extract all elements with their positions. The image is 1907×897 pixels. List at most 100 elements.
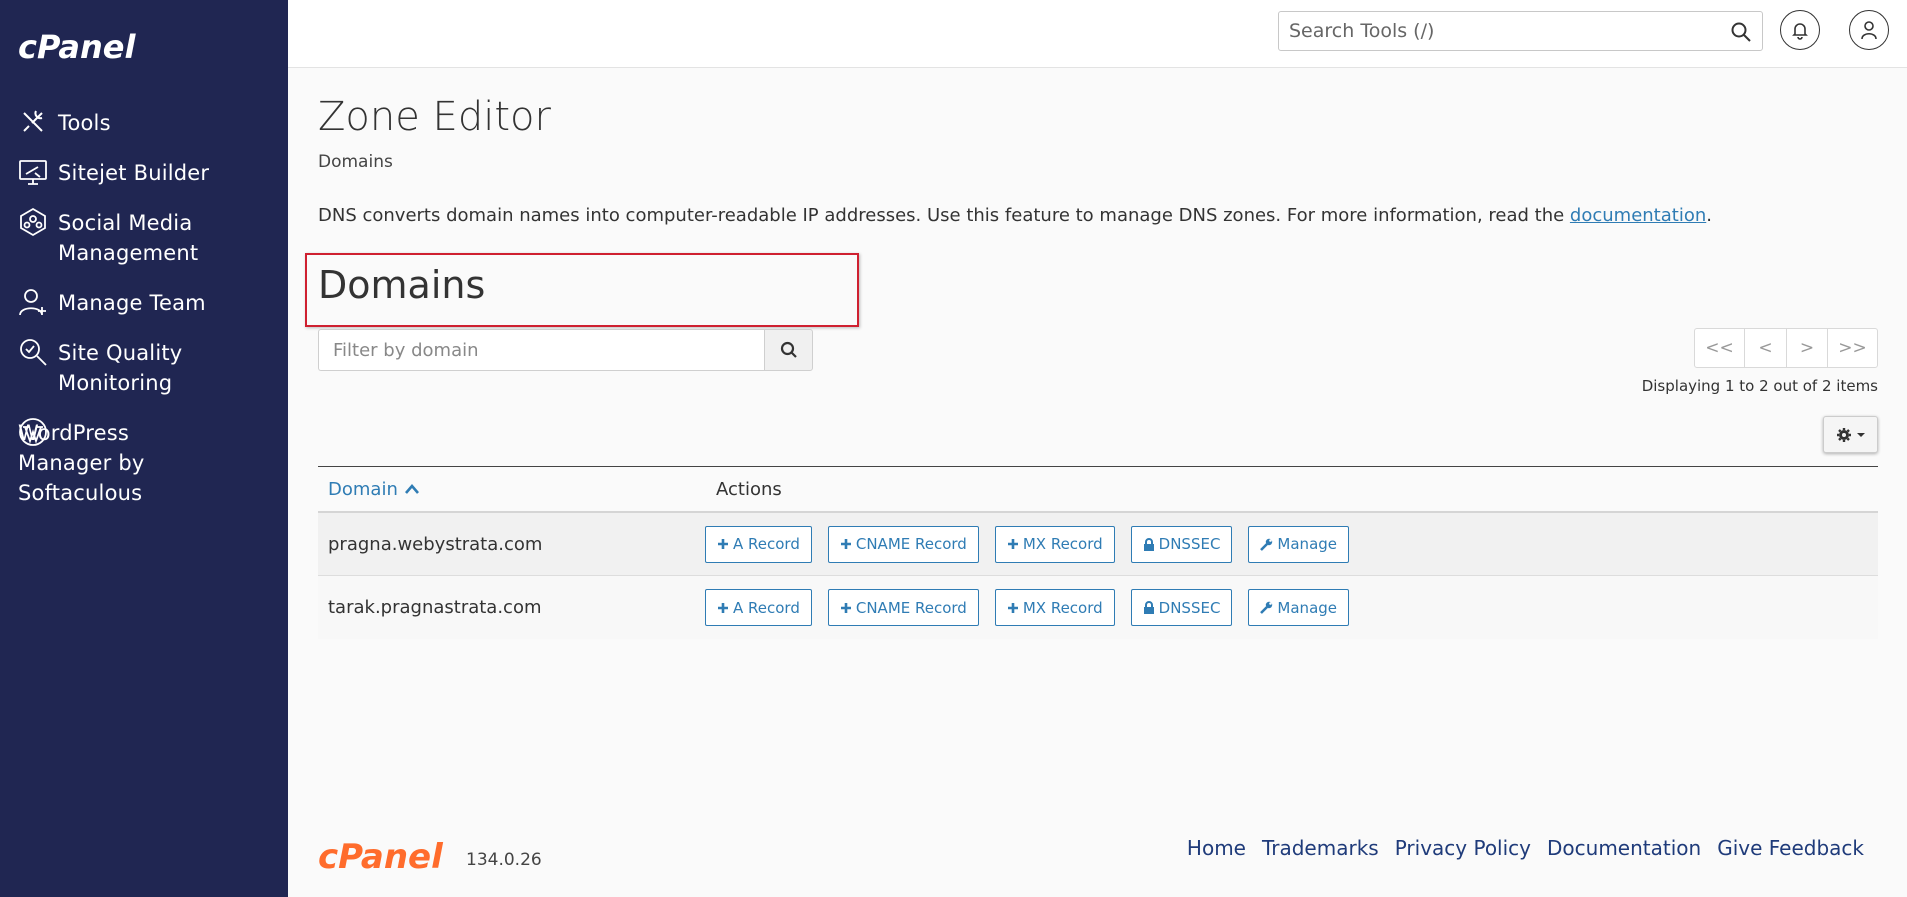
filter-input[interactable] <box>318 329 765 371</box>
domain-cell: tarak.pragnastrata.com <box>328 597 542 618</box>
sidebar-item-label: Site Quality Monitoring <box>58 341 183 395</box>
sidebar-item-social-media[interactable]: Social Media Management <box>0 207 288 268</box>
actions-column-header: Actions <box>716 478 782 500</box>
plus-icon <box>717 602 729 614</box>
sidebar-item-manage-team[interactable]: Manage Team <box>0 288 288 318</box>
plus-icon <box>1007 538 1019 550</box>
search-icon[interactable] <box>1730 21 1752 43</box>
user-icon <box>1861 21 1877 40</box>
search-icon <box>780 341 797 358</box>
description-text: DNS converts domain names into computer-… <box>318 205 1570 226</box>
sort-ascending-icon <box>404 484 419 494</box>
sidebar: cPanel Tools Sitejet Builder Social Medi… <box>0 0 288 897</box>
action-label: MX Record <box>1022 598 1103 617</box>
tools-icon <box>23 110 43 132</box>
add-a-record-button[interactable]: A Record <box>705 589 812 626</box>
domains-table: Domain Actions pragna.webystrata.com A Re… <box>318 466 1878 639</box>
manage-team-icon <box>19 289 46 316</box>
svg-text:cPanel: cPanel <box>18 28 136 66</box>
action-label: MX Record <box>1022 535 1103 553</box>
add-mx-record-button[interactable]: MX Record <box>994 589 1115 626</box>
cpanel-footer-logo[interactable]: cPanel <box>318 838 466 874</box>
last-page-button[interactable]: >> <box>1827 328 1878 368</box>
add-cname-record-button[interactable]: CNAME Record <box>827 589 979 626</box>
footer-link-home[interactable]: Home <box>1187 836 1246 860</box>
dnssec-button[interactable]: DNSSEC <box>1130 589 1233 626</box>
action-label: Manage <box>1277 598 1338 617</box>
footer-link-documentation[interactable]: Documentation <box>1547 836 1701 860</box>
plus-icon <box>840 602 852 614</box>
table-row: tarak.pragnastrata.com A Record CNAME Reco… <box>318 576 1878 639</box>
add-a-record-button[interactable]: A Record <box>705 525 812 563</box>
footer-link-trademarks[interactable]: Trademarks <box>1262 836 1379 860</box>
table-body: pragna.webystrata.com A Record CNAME Recor… <box>318 513 1878 639</box>
caret-down-icon <box>1856 432 1865 437</box>
page-description: DNS converts domain names into computer-… <box>318 205 1712 226</box>
action-label: A Record <box>733 535 800 553</box>
version-label: 134.0.26 <box>466 850 542 870</box>
first-page-button[interactable]: << <box>1694 328 1745 368</box>
sidebar-item-tools[interactable]: Tools <box>0 108 288 138</box>
site-quality-icon <box>20 339 47 366</box>
notifications-button[interactable] <box>1780 10 1820 50</box>
sidebar-item-wordpress[interactable]: WordPress Manager by Softaculous <box>0 418 288 508</box>
actions-cell: A Record CNAME Record MX Record DNSSEC Manag… <box>705 589 1365 626</box>
plus-icon <box>840 538 852 550</box>
sidebar-nav: Tools Sitejet Builder Social Media Manag… <box>0 108 288 528</box>
sidebar-item-site-quality[interactable]: Site Quality Monitoring <box>0 338 288 398</box>
action-label: DNSSEC <box>1158 598 1221 617</box>
add-mx-record-button[interactable]: MX Record <box>994 525 1115 563</box>
action-label: A Record <box>733 598 800 617</box>
wordpress-icon <box>19 418 47 446</box>
manage-button[interactable]: Manage <box>1248 525 1350 563</box>
display-info: Displaying 1 to 2 out of 2 items <box>1641 377 1878 395</box>
domain-header-label: Domain <box>328 478 398 500</box>
description-suffix: . <box>1706 205 1712 226</box>
documentation-link[interactable]: documentation <box>1570 205 1706 226</box>
search-input[interactable] <box>1279 12 1699 50</box>
action-label: Manage <box>1277 535 1338 553</box>
footer-link-give-feedback[interactable]: Give Feedback <box>1717 836 1864 860</box>
top-header <box>288 0 1907 68</box>
pagination: << < > >> <box>1694 328 1878 368</box>
sitejet-icon <box>19 160 47 185</box>
plus-icon <box>717 538 729 550</box>
sidebar-item-label: Social Media Management <box>58 211 199 265</box>
plus-icon <box>1007 602 1019 614</box>
action-label: CNAME Record <box>855 598 967 617</box>
filter-search-button[interactable] <box>764 329 813 371</box>
social-media-icon <box>20 207 46 237</box>
manage-button[interactable]: Manage <box>1248 589 1350 626</box>
action-label: CNAME Record <box>855 535 967 553</box>
footer-link-privacy-policy[interactable]: Privacy Policy <box>1395 836 1531 860</box>
breadcrumb: Domains <box>318 152 393 172</box>
table-header: Domain Actions <box>318 467 1878 513</box>
wrench-icon <box>1260 538 1273 551</box>
bell-icon <box>1792 23 1808 40</box>
action-label: DNSSEC <box>1158 535 1221 553</box>
domain-cell: pragna.webystrata.com <box>328 533 543 555</box>
settings-dropdown-button[interactable] <box>1823 416 1878 453</box>
wrench-icon <box>1260 601 1273 614</box>
svg-text:cPanel: cPanel <box>318 838 444 874</box>
gear-icon <box>1836 427 1851 442</box>
domain-column-header[interactable]: Domain <box>318 479 706 500</box>
prev-page-button[interactable]: < <box>1744 328 1787 368</box>
sidebar-item-label: Manage Team <box>58 291 206 315</box>
sidebar-item-sitejet-builder[interactable]: Sitejet Builder <box>0 158 288 188</box>
page-title: Zone Editor <box>318 94 551 140</box>
sidebar-item-label: Sitejet Builder <box>58 161 210 185</box>
footer-links: Home Trademarks Privacy Policy Documenta… <box>1187 836 1864 860</box>
next-page-button[interactable]: > <box>1786 328 1828 368</box>
lock-icon <box>1143 601 1155 614</box>
cpanel-logo[interactable]: cPanel <box>18 28 168 68</box>
add-cname-record-button[interactable]: CNAME Record <box>827 525 979 563</box>
lock-icon <box>1143 537 1155 551</box>
actions-cell: A Record CNAME Record MX Record DNSSEC Manag… <box>705 525 1365 563</box>
search-box <box>1278 11 1763 51</box>
sidebar-item-label: Tools <box>58 111 111 135</box>
dnssec-button[interactable]: DNSSEC <box>1130 525 1233 563</box>
user-menu-button[interactable] <box>1849 10 1889 50</box>
domain-filter <box>318 329 813 371</box>
section-title: Domains <box>318 263 486 307</box>
